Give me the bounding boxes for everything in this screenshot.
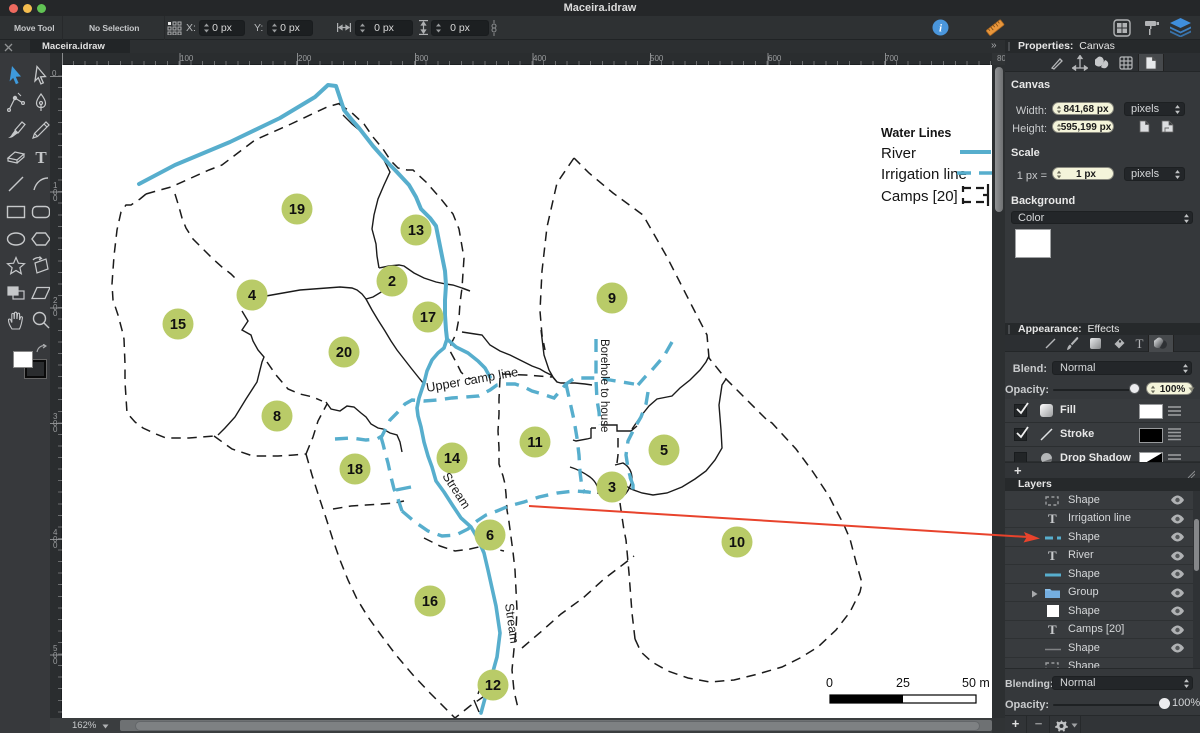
svg-text:18: 18 <box>347 462 363 478</box>
svg-text:4: 4 <box>248 288 256 304</box>
svg-text:Upper camp line: Upper camp line <box>425 364 519 395</box>
svg-text:19: 19 <box>289 202 305 218</box>
svg-text:5: 5 <box>660 443 668 459</box>
svg-text:13: 13 <box>408 223 424 239</box>
svg-text:25: 25 <box>896 676 910 690</box>
svg-text:T: T <box>35 148 47 167</box>
svg-text:6: 6 <box>486 528 494 544</box>
svg-text:10: 10 <box>729 535 745 551</box>
svg-text:12: 12 <box>485 678 501 694</box>
svg-text:Camps [20]: Camps [20] <box>881 188 958 205</box>
svg-text:14: 14 <box>444 451 460 467</box>
svg-text:Borehole to house: Borehole to house <box>598 339 610 432</box>
svg-text:River: River <box>881 145 916 162</box>
svg-text:0: 0 <box>826 676 833 690</box>
svg-text:15: 15 <box>170 317 186 333</box>
svg-text:2: 2 <box>388 274 396 290</box>
svg-text:17: 17 <box>420 310 436 326</box>
svg-text:Water Lines: Water Lines <box>881 126 951 140</box>
svg-text:50 m: 50 m <box>962 676 990 690</box>
svg-text:8: 8 <box>273 409 281 425</box>
svg-text:T: T <box>1136 336 1144 350</box>
svg-text:11: 11 <box>527 435 542 451</box>
svg-text:9: 9 <box>608 291 616 307</box>
svg-text:3: 3 <box>608 480 616 496</box>
svg-text:16: 16 <box>422 594 438 610</box>
svg-text:Stream: Stream <box>502 602 521 644</box>
svg-text:20: 20 <box>336 345 352 361</box>
svg-text:Irrigation line: Irrigation line <box>881 166 967 183</box>
